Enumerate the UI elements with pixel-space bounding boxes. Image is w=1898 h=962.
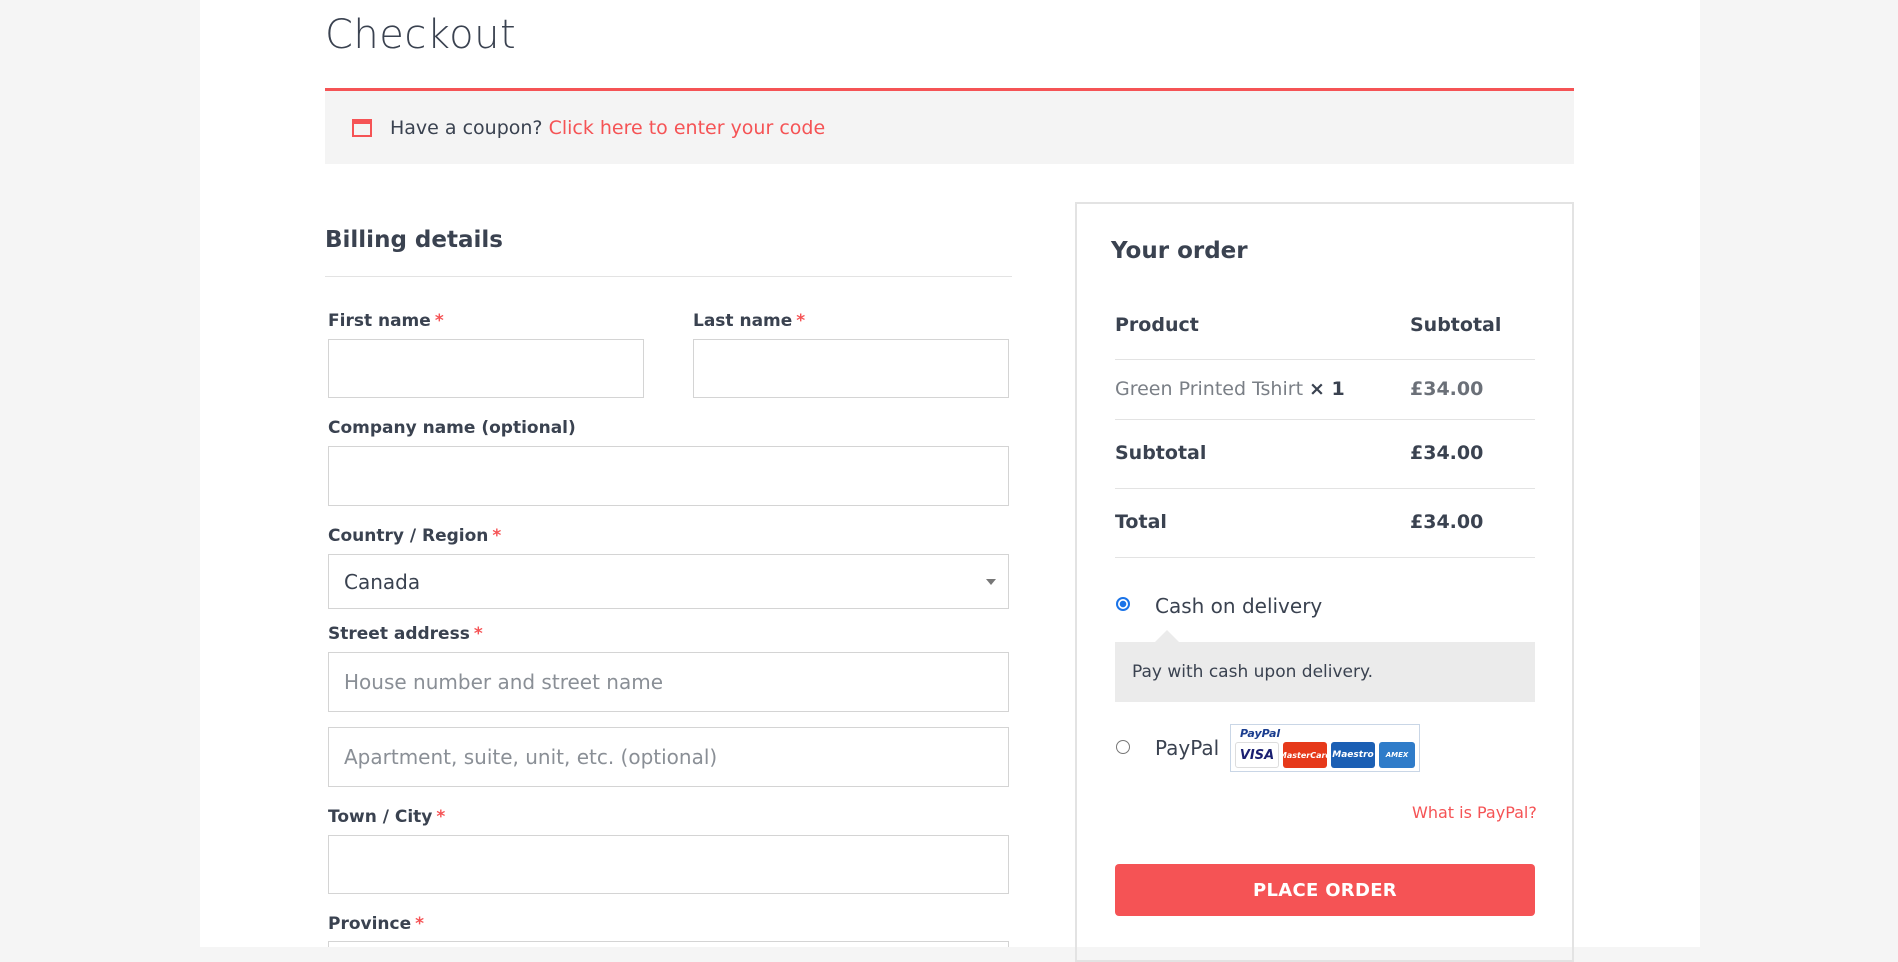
cod-radio[interactable] — [1116, 597, 1130, 611]
visa-icon: VISA — [1235, 742, 1279, 768]
street-label-text: Street address — [328, 624, 470, 644]
last-name-field[interactable] — [693, 339, 1009, 398]
calendar-icon — [352, 119, 372, 137]
first-name-label: First name * — [328, 311, 444, 331]
mastercard-icon: MasterCard — [1279, 742, 1331, 768]
street-address-field[interactable]: House number and street name — [328, 652, 1009, 712]
order-divider — [1115, 488, 1535, 489]
coupon-notice: Have a coupon? Click here to enter your … — [325, 88, 1574, 164]
last-name-label: Last name * — [693, 311, 805, 331]
required-mark: * — [436, 807, 446, 827]
country-label-text: Country / Region — [328, 526, 489, 546]
paypal-logo: PayPal — [1240, 727, 1281, 740]
order-divider — [1115, 419, 1535, 420]
country-value: Canada — [344, 569, 421, 594]
order-divider — [1115, 359, 1535, 360]
required-mark: * — [434, 311, 444, 331]
last-name-label-text: Last name — [693, 311, 793, 331]
col-subtotal: Subtotal — [1410, 314, 1502, 336]
paypal-radio[interactable] — [1116, 740, 1130, 754]
cod-description: Pay with cash upon delivery. — [1115, 642, 1535, 702]
street-label: Street address * — [328, 624, 483, 644]
chevron-down-icon — [986, 579, 996, 585]
maestro-icon: Maestro — [1331, 742, 1375, 768]
company-label-text: Company name (optional) — [328, 418, 576, 438]
page-title: Checkout — [325, 12, 517, 58]
required-mark: * — [492, 526, 502, 546]
coupon-prompt: Have a coupon? — [390, 117, 543, 139]
city-field[interactable] — [328, 835, 1009, 894]
billing-divider — [325, 276, 1012, 277]
what-is-paypal-link[interactable]: What is PayPal? — [1412, 803, 1537, 822]
subtotal-label: Subtotal — [1115, 442, 1207, 464]
province-label-text: Province — [328, 914, 412, 934]
order-divider — [1115, 557, 1535, 558]
province-field[interactable] — [328, 941, 1009, 947]
country-select[interactable]: Canada — [328, 554, 1009, 609]
province-label: Province * — [328, 914, 424, 934]
first-name-field[interactable] — [328, 339, 644, 398]
city-label: Town / City * — [328, 807, 445, 827]
cod-label[interactable]: Cash on delivery — [1155, 594, 1322, 618]
required-mark: * — [473, 624, 483, 644]
company-field[interactable] — [328, 446, 1009, 506]
city-label-text: Town / City — [328, 807, 433, 827]
amex-icon: AMEX — [1379, 742, 1415, 768]
coupon-text: Have a coupon? Click here to enter your … — [390, 117, 825, 139]
col-product: Product — [1115, 314, 1199, 336]
item-qty: × 1 — [1309, 378, 1345, 400]
order-heading: Your order — [1111, 238, 1248, 264]
paypal-acceptance-mark: PayPal VISA MasterCard Maestro AMEX — [1230, 724, 1420, 772]
required-mark: * — [415, 914, 425, 934]
order-item: Green Printed Tshirt × 1 — [1115, 378, 1345, 400]
total-label: Total — [1115, 511, 1167, 533]
payment-description-pointer — [1155, 630, 1179, 642]
item-name: Green Printed Tshirt — [1115, 378, 1304, 400]
street-address-line2-field[interactable]: Apartment, suite, unit, etc. (optional) — [328, 727, 1009, 787]
paypal-label[interactable]: PayPal — [1155, 736, 1219, 760]
country-label: Country / Region * — [328, 526, 501, 546]
item-price: £34.00 — [1410, 378, 1484, 400]
company-label: Company name (optional) — [328, 418, 576, 438]
billing-heading: Billing details — [325, 227, 503, 253]
first-name-label-text: First name — [328, 311, 431, 331]
total-value: £34.00 — [1410, 511, 1484, 533]
coupon-link[interactable]: Click here to enter your code — [549, 117, 826, 139]
place-order-button[interactable]: PLACE ORDER — [1115, 864, 1535, 916]
subtotal-value: £34.00 — [1410, 442, 1484, 464]
required-mark: * — [796, 311, 806, 331]
